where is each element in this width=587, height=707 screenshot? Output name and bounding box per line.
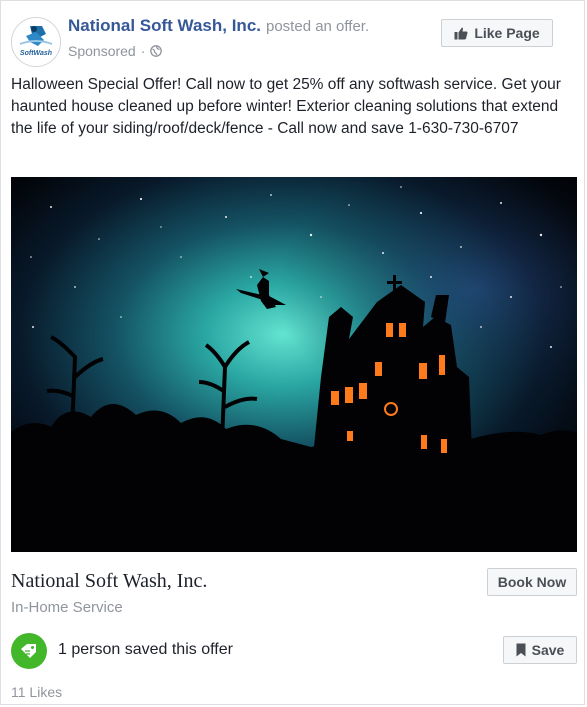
sponsored-offer-post: SoftWash National Soft Wash, Inc. posted … xyxy=(0,0,585,705)
offer-saved-icon xyxy=(11,633,47,669)
offer-saved-count: 1 person saved this offer xyxy=(58,641,233,658)
svg-text:SoftWash: SoftWash xyxy=(20,50,52,57)
page-name-link[interactable]: National Soft Wash, Inc. xyxy=(68,16,261,35)
post-meta: Sponsored · xyxy=(68,43,163,59)
book-now-button[interactable]: Book Now xyxy=(487,568,577,596)
thumbs-up-icon xyxy=(454,27,468,40)
bookmark-icon xyxy=(516,643,526,657)
likes-count[interactable]: 11 Likes xyxy=(11,684,62,700)
haunted-house-image[interactable] xyxy=(11,177,577,552)
softwash-logo-icon: SoftWash xyxy=(12,18,60,66)
post-header: SoftWash National Soft Wash, Inc. posted … xyxy=(11,11,576,67)
page-avatar[interactable]: SoftWash xyxy=(11,17,61,67)
page-name-line: National Soft Wash, Inc. posted an offer. xyxy=(68,16,369,36)
like-page-label: Like Page xyxy=(474,25,540,41)
globe-icon[interactable] xyxy=(150,45,163,57)
post-action-text: posted an offer. xyxy=(266,18,370,35)
offer-business-name[interactable]: National Soft Wash, Inc. xyxy=(11,570,207,593)
offer-tag-icon xyxy=(21,644,36,658)
halloween-scene-illustration xyxy=(11,177,577,552)
sponsored-label[interactable]: Sponsored xyxy=(68,43,136,59)
save-label: Save xyxy=(531,642,565,658)
like-page-button[interactable]: Like Page xyxy=(441,19,553,47)
offer-category: In-Home Service xyxy=(11,599,123,616)
meta-separator: · xyxy=(140,43,146,59)
save-offer-button[interactable]: Save xyxy=(503,636,577,664)
post-body-text: Halloween Special Offer! Call now to get… xyxy=(11,76,561,137)
